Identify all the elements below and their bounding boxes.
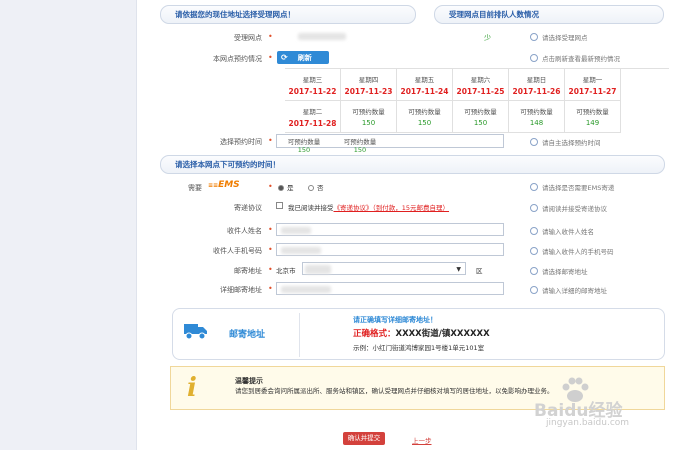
info-icon [530, 247, 538, 255]
calendar-cell[interactable]: 星期二 2017-11-28 [285, 101, 341, 133]
required-mark: • [268, 182, 273, 191]
time-slot[interactable]: 可预约数量 150 [278, 136, 330, 154]
back-link[interactable]: 上一步 [412, 435, 432, 445]
info-icon [530, 33, 538, 41]
booking-calendar: 星期三 2017-11-22 星期四 2017-11-23 星期五 2017-11-2… [285, 68, 669, 134]
radio-unchecked-icon [308, 185, 314, 191]
ems-no-option[interactable]: 否 [308, 182, 324, 192]
district-select[interactable]: ▼ [302, 262, 466, 275]
calendar-cell[interactable]: 可预约数量 150 [397, 101, 453, 133]
ems-logo: ≡≡EMS [208, 180, 240, 190]
info-large-icon: i [187, 373, 197, 403]
recipient-name-input[interactable] [276, 223, 504, 236]
ems-wings-icon: ≡≡ [208, 182, 219, 189]
info-icon [530, 204, 538, 212]
branch-select[interactable] [278, 30, 478, 43]
time-slot[interactable]: 可预约数量 150 [334, 136, 386, 154]
info-icon [530, 138, 538, 146]
name-hint: 请输入收件人姓名 [530, 226, 594, 236]
section-title-queue: 受理网点目前排队人数情况 [434, 5, 664, 24]
baidu-watermark: Baidu经验 jingyan.baidu.com [520, 374, 690, 436]
watermark-url: jingyan.baidu.com [546, 418, 630, 428]
info-icon [530, 183, 538, 191]
required-mark: • [268, 265, 273, 274]
queue-indicator: 少 [484, 34, 491, 42]
detail-address-input[interactable] [276, 282, 504, 295]
calendar-cell[interactable]: 星期四 2017-11-23 [341, 69, 397, 101]
agreement-checkbox[interactable] [276, 202, 283, 209]
ems-need-label: 需要 [188, 184, 202, 192]
calendar-cell[interactable]: 星期日 2017-11-26 [509, 69, 565, 101]
info-icon [530, 227, 538, 235]
ems-hint: 请选择是否需要EMS寄递 [530, 182, 614, 192]
detail-address-label: 详细邮寄地址 [220, 286, 262, 294]
info-icon [530, 54, 538, 62]
dropdown-arrow-icon: ▼ [456, 266, 461, 273]
info-icon [530, 267, 538, 275]
agreement-text: 我已阅读并接受《寄递协议》（到付款，15元邮费自理） [288, 204, 450, 212]
calendar-cell[interactable]: 可预约数量 148 [509, 101, 565, 133]
required-mark: • [268, 53, 273, 62]
calendar-cell[interactable]: 星期六 2017-11-25 [453, 69, 509, 101]
calendar-row: 星期二 2017-11-28 可预约数量 150 可预约数量 150 可预约数量 150… [285, 101, 669, 133]
refresh-hint: 点击刷新查看最新预约情况 [530, 53, 620, 63]
mail-notice: 请正确填写详细邮寄地址！ [353, 316, 437, 324]
delivery-truck-icon [183, 321, 209, 341]
required-mark: • [268, 245, 273, 254]
agreement-label: 寄递协议 [234, 204, 262, 212]
info-icon [530, 286, 538, 294]
calendar-cell[interactable]: 星期三 2017-11-22 [285, 69, 341, 101]
radio-checked-icon [278, 185, 284, 191]
time-label: 选择预约时间 [220, 138, 262, 146]
calendar-cell[interactable]: 可预约数量 150 [453, 101, 509, 133]
format-line: 正确格式：XXXX街道/镇XXXXXX [353, 329, 490, 339]
calendar-row: 星期三 2017-11-22 星期四 2017-11-23 星期五 2017-11-2… [285, 69, 669, 101]
divider [299, 313, 300, 357]
calendar-cell[interactable]: 星期五 2017-11-24 [397, 69, 453, 101]
ems-yes-option[interactable]: 是 [278, 182, 294, 192]
branch-hint: 请选择受理网点 [530, 32, 588, 42]
time-hint: 请自主选择预约时间 [530, 137, 601, 147]
required-mark: • [268, 136, 273, 145]
confirm-submit-button[interactable]: 确认并提交 [343, 432, 385, 445]
detail-hint: 请输入详细的邮寄地址 [530, 285, 607, 295]
tip-title: 温馨提示 [235, 377, 263, 385]
required-mark: • [268, 284, 273, 293]
mail-box-title: 邮寄地址 [229, 330, 266, 340]
phone-hint: 请输入收件人的手机号码 [530, 246, 614, 256]
required-mark: • [268, 32, 273, 41]
refresh-button[interactable]: ⟳ 刷新 [277, 51, 329, 64]
district-suffix: 区 [476, 267, 483, 275]
required-mark: • [268, 225, 273, 234]
recipient-phone-label: 收件人手机号码 [213, 247, 262, 255]
recipient-name-label: 收件人姓名 [227, 227, 262, 235]
calendar-cell[interactable]: 星期一 2017-11-27 [565, 69, 621, 101]
format-example: 示例：小红门街道鸿博家园1号楼1单元101室 [353, 344, 485, 352]
calendar-cell[interactable]: 可预约数量 149 [565, 101, 621, 133]
mailing-address-label: 邮寄地址 [234, 267, 262, 275]
section-title-time: 请选择本网点下可预约的时间！ [160, 155, 665, 174]
recipient-phone-input[interactable] [276, 243, 504, 256]
calendar-cell[interactable]: 可预约数量 150 [341, 101, 397, 133]
address-hint: 请选择邮寄地址 [530, 266, 588, 276]
section-title-branch: 请依据您的现住地址选择受理网点！ [160, 5, 416, 24]
agreement-hint: 请阅读并接受寄递协议 [530, 203, 607, 213]
city-value: 北京市 [276, 267, 296, 275]
agreement-link[interactable]: 《寄递协议》（到付款，15元邮费自理） [334, 204, 450, 212]
refresh-icon: ⟳ [281, 53, 288, 62]
left-sidebar [0, 0, 137, 450]
booking-label: 本网点预约情况 [213, 55, 262, 63]
mail-address-box: 邮寄地址 请正确填写详细邮寄地址！ 正确格式：XXXX街道/镇XXXXXX 示例… [172, 308, 665, 360]
branch-label: 受理网点 [234, 34, 262, 42]
